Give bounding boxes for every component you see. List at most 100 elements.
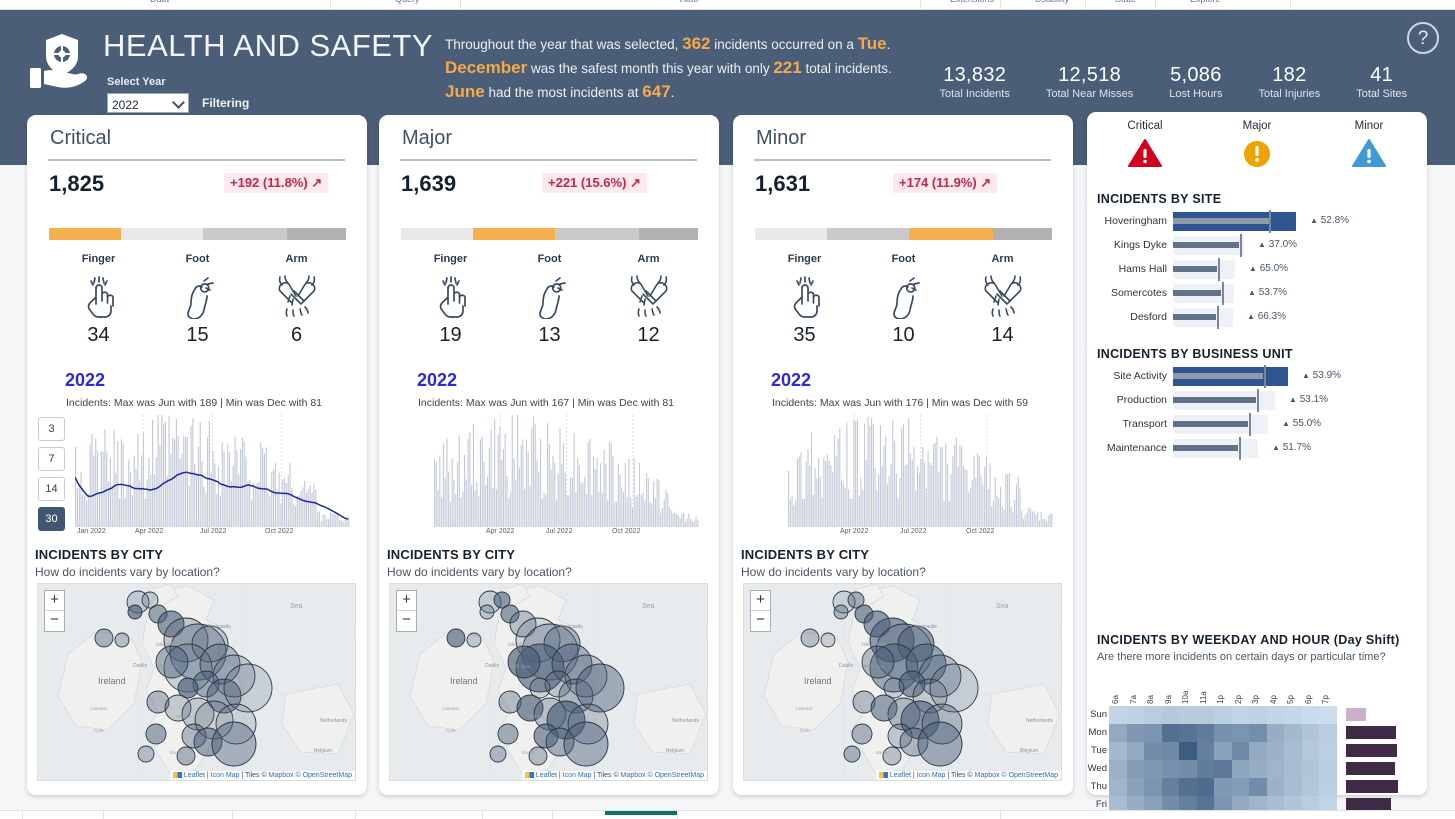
heatmap-cell[interactable] [1319,742,1337,760]
zoom-in-icon[interactable]: + [45,591,64,611]
heatmap-cell[interactable] [1301,760,1319,778]
granularity-selector[interactable]: 3 7 14 30 [38,417,65,537]
zoom-in-icon[interactable]: + [397,591,416,611]
heatmap-cell[interactable] [1231,760,1249,778]
severity-segment-bar[interactable] [49,228,346,240]
heatmap-cell[interactable] [1161,778,1179,796]
injury-part-arm[interactable]: Arm 12 [599,253,698,347]
weekday-hour-heatmap[interactable]: 6a 7a 8a 9a 10a 11a 1p 2p 3p 4p 5p 6p 7p Sun Mon Tue We… [1087,682,1427,819]
heatmap-cell[interactable] [1266,778,1284,796]
heatmap-cell[interactable] [1161,724,1179,742]
heatmap-cell[interactable] [1109,778,1127,796]
heatmap-cell[interactable] [1231,706,1249,724]
incidents-map[interactable]: + − Sea Ireland Irish Sea Isle of Man Ne… [743,583,1062,781]
heatmap-cell[interactable] [1301,724,1319,742]
active-tab-indicator[interactable] [605,811,677,815]
heatmap-cell[interactable] [1144,760,1162,778]
heatmap-cell[interactable] [1126,778,1144,796]
heatmap-cell[interactable] [1266,742,1284,760]
granularity-button-30[interactable]: 30 [38,507,65,531]
app-menubar[interactable]: Data Query Auto Extensions Usability State Exp… [0,0,1455,10]
icon-map-link[interactable]: Icon Map [917,772,946,779]
injury-part-finger[interactable]: Finger 34 [49,253,148,347]
heatmap-cell[interactable] [1179,742,1197,760]
menu-item-query[interactable]: Query [395,0,420,4]
injury-part-finger[interactable]: Finger 35 [755,253,854,347]
injury-part-arm[interactable]: Arm 6 [247,253,346,347]
injury-part-foot[interactable]: Foot 10 [854,253,953,347]
heatmap-cell[interactable] [1249,742,1267,760]
icon-map-link[interactable]: Icon Map [563,772,592,779]
severity-legend-critical[interactable]: Critical [1112,120,1178,173]
bullet-row[interactable]: Kings Dyke ▲ 37.0% [1087,234,1427,258]
heatmap-cell[interactable] [1284,778,1302,796]
injury-part-foot[interactable]: Foot 15 [148,253,247,347]
menu-item-state[interactable]: State [1115,0,1136,4]
heatmap-cell[interactable] [1144,724,1162,742]
zoom-out-icon[interactable]: − [751,611,770,631]
incidents-by-site-chart[interactable]: Hoveringham ▲ 52.8% Kings Dyke ▲ 37.0% Ham… [1087,210,1427,330]
menu-item-explore[interactable]: Explore [1190,0,1221,4]
leaflet-link[interactable]: Leaflet [184,772,205,779]
heatmap-cell[interactable] [1179,778,1197,796]
heatmap-cell[interactable] [1196,742,1214,760]
heatmap-cell[interactable] [1179,706,1197,724]
heatmap-cell[interactable] [1284,760,1302,778]
heatmap-cell[interactable] [1249,724,1267,742]
heatmap-cell[interactable] [1196,778,1214,796]
menu-item-usability[interactable]: Usability [1035,0,1069,4]
heatmap-cell[interactable] [1319,706,1337,724]
bullet-row[interactable]: Hams Hall ▲ 65.0% [1087,258,1427,282]
severity-segment-bar[interactable] [755,228,1052,240]
leaflet-link[interactable]: Leaflet [890,772,911,779]
daily-incidents-sparkline[interactable]: Apr 2022 Jul 2022 Oct 2022 [434,413,699,541]
heatmap-cell[interactable] [1301,778,1319,796]
incidents-by-business-unit-chart[interactable]: Site Activity ▲ 53.9% Production ▲ 53.1% T… [1087,365,1427,461]
heatmap-cell[interactable] [1196,724,1214,742]
mapbox-link[interactable]: Mapbox [269,772,294,779]
help-icon[interactable]: ? [1407,22,1439,54]
map-zoom-controls[interactable]: + − [750,590,771,632]
daily-incidents-sparkline[interactable]: Jan 2022 Apr 2022 Jul 2022 Oct 2022 [74,413,350,541]
heatmap-cell[interactable] [1214,760,1232,778]
daily-incidents-sparkline[interactable]: Apr 2022 Jul 2022 Oct 2022 [788,413,1053,541]
heatmap-cell[interactable] [1144,706,1162,724]
heatmap-cell[interactable] [1319,778,1337,796]
select-year-dropdown[interactable]: 2022 [107,93,189,113]
menu-item-auto[interactable]: Auto [680,0,699,4]
osm-link[interactable]: © OpenStreetMap [295,772,352,779]
granularity-button-14[interactable]: 14 [38,477,65,501]
bullet-row[interactable]: Desford ▲ 66.3% [1087,306,1427,330]
osm-link[interactable]: © OpenStreetMap [647,772,704,779]
injury-part-finger[interactable]: Finger 19 [401,253,500,347]
heatmap-cell[interactable] [1231,742,1249,760]
zoom-out-icon[interactable]: − [397,611,416,631]
incidents-map[interactable]: + − Sea Ireland Irish Sea Isle of Man Ne… [37,583,356,781]
heatmap-cell[interactable] [1284,742,1302,760]
bullet-row[interactable]: Hoveringham ▲ 52.8% [1087,210,1427,234]
mapbox-link[interactable]: Mapbox [621,772,646,779]
heatmap-cell[interactable] [1266,706,1284,724]
heatmap-cell[interactable] [1249,760,1267,778]
severity-legend-minor[interactable]: Minor [1336,120,1402,173]
map-zoom-controls[interactable]: + − [396,590,417,632]
heatmap-cell[interactable] [1266,760,1284,778]
heatmap-cell[interactable] [1161,742,1179,760]
heatmap-cell[interactable] [1109,706,1127,724]
heatmap-cell[interactable] [1231,724,1249,742]
heatmap-cell[interactable] [1214,778,1232,796]
heatmap-cell[interactable] [1179,760,1197,778]
heatmap-cell[interactable] [1126,742,1144,760]
heatmap-cell[interactable] [1161,760,1179,778]
heatmap-cell[interactable] [1319,760,1337,778]
heatmap-cell[interactable] [1161,706,1179,724]
heatmap-cell[interactable] [1214,706,1232,724]
incidents-map[interactable]: + − Sea Ireland Irish Sea Isle of Man Ne… [389,583,708,781]
severity-legend-major[interactable]: Major [1224,120,1290,173]
bullet-row[interactable]: Transport ▲ 55.0% [1087,413,1427,437]
heatmap-cell[interactable] [1319,724,1337,742]
heatmap-cell[interactable] [1179,724,1197,742]
bullet-row[interactable]: Somercotes ▲ 53.7% [1087,282,1427,306]
icon-map-link[interactable]: Icon Map [211,772,240,779]
heatmap-cell[interactable] [1231,778,1249,796]
